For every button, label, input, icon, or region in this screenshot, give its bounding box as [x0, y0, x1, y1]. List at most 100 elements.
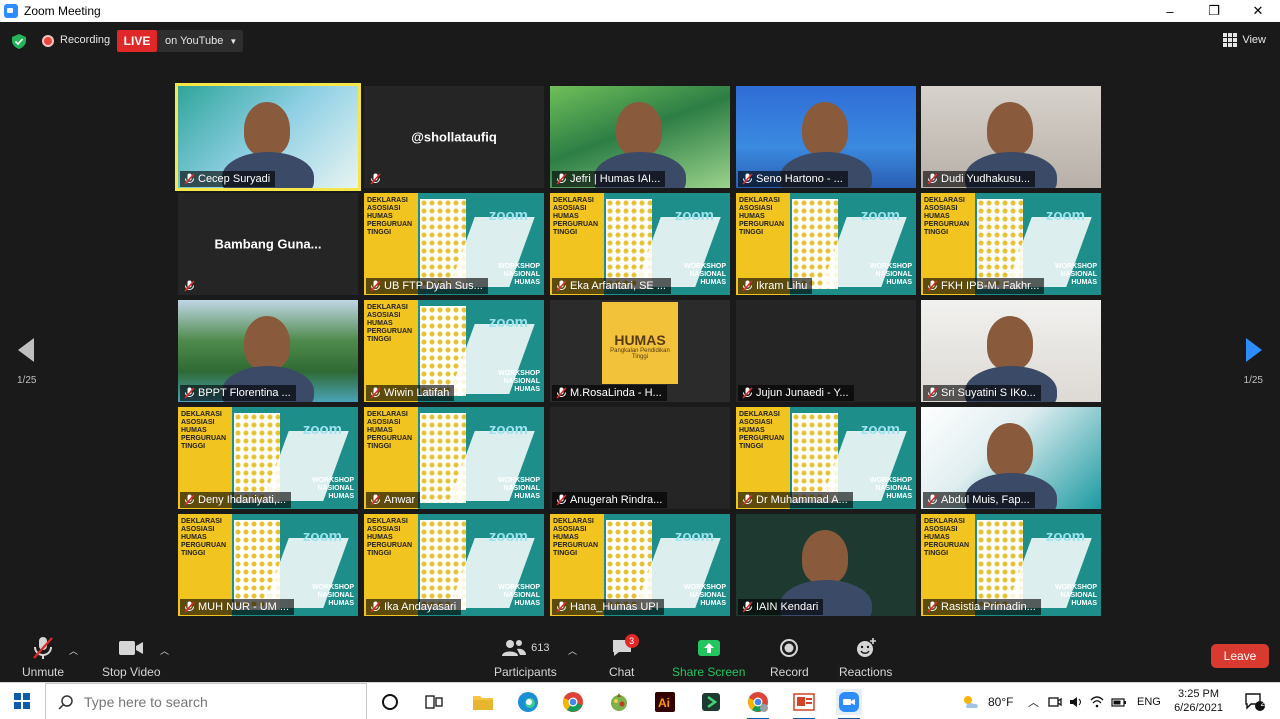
muted-microphone-icon — [742, 601, 753, 613]
reactions-button[interactable]: Reactions — [839, 636, 892, 679]
maximize-button[interactable]: ❐ — [1192, 0, 1236, 22]
participant-tile[interactable]: DEKLARASI ASOSIASI HUMAS PERGURUAN TINGG… — [364, 300, 544, 402]
participant-tile[interactable]: HUMAS Pangkalan Pendidikan Tinggi M.RosaLi… — [550, 300, 730, 402]
chrome-icon[interactable] — [560, 689, 586, 715]
participant-silhouette — [987, 423, 1033, 477]
muted-microphone-icon — [184, 280, 195, 292]
chat-button[interactable]: 3 Chat — [609, 634, 639, 679]
poster-zoom-text: zoom — [860, 421, 900, 438]
meeting-toolbar: Unmute ︿ Stop Video ︿ 613 Participants ︿ — [0, 632, 1280, 682]
view-button[interactable]: View — [1223, 33, 1266, 47]
encryption-shield-icon[interactable] — [12, 34, 26, 49]
poster-title: DEKLARASI ASOSIASI HUMAS PERGURUAN TINGG… — [739, 411, 785, 450]
humas-logo-image: HUMAS Pangkalan Pendidikan Tinggi — [602, 302, 678, 384]
unmute-button[interactable]: Unmute — [22, 636, 64, 679]
muted-microphone-icon — [370, 601, 381, 613]
participant-tile[interactable]: Sri Suyatini S IKo... — [921, 300, 1101, 402]
share-screen-button[interactable]: Share Screen — [672, 636, 745, 679]
participant-tile[interactable]: DEKLARASI ASOSIASI HUMAS PERGURUAN TINGG… — [921, 514, 1101, 616]
taskbar-search-box[interactable] — [45, 683, 367, 719]
recording-label[interactable]: Recording — [60, 34, 110, 46]
participant-tile[interactable]: Jefri | Humas IAI... — [550, 86, 730, 188]
participant-name-label: Dudi Yudhakusu... — [923, 171, 1036, 187]
participant-tile[interactable]: DEKLARASI ASOSIASI HUMAS PERGURUAN TINGG… — [921, 193, 1101, 295]
participant-tile[interactable]: IAIN Kendari — [736, 514, 916, 616]
notifications-button[interactable]: 2 — [1244, 683, 1266, 719]
close-button[interactable]: ✕ — [1236, 0, 1280, 22]
chrome-profile-icon[interactable] — [745, 689, 771, 719]
muted-microphone-icon — [370, 494, 381, 506]
window-title: Zoom Meeting — [24, 4, 101, 18]
livestream-youtube-button[interactable]: on YouTube ▼ — [157, 30, 243, 52]
video-options-caret-icon[interactable]: ︿ — [160, 644, 169, 657]
participant-tile[interactable]: DEKLARASI ASOSIASI HUMAS PERGURUAN TINGG… — [364, 514, 544, 616]
illustrator-icon[interactable]: Ai — [652, 689, 678, 715]
participant-tile[interactable]: Abdul Muis, Fap... — [921, 407, 1101, 509]
participant-tile[interactable]: Cecep Suryadi — [175, 83, 361, 191]
participant-tile[interactable]: DEKLARASI ASOSIASI HUMAS PERGURUAN TINGG… — [550, 514, 730, 616]
windows-start-icon[interactable] — [14, 693, 30, 709]
weather-widget[interactable]: 80°F — [960, 683, 1013, 719]
participants-label: Participants — [494, 665, 557, 679]
poster-title: DEKLARASI ASOSIASI HUMAS PERGURUAN TINGG… — [367, 304, 413, 343]
input-language[interactable]: ENG — [1137, 696, 1161, 708]
participant-tile[interactable]: @shollataufiq — [364, 86, 544, 188]
speaker-volume-icon[interactable] — [1069, 695, 1083, 709]
presentation-app-icon[interactable] — [791, 689, 817, 719]
participant-tile[interactable]: DEKLARASI ASOSIASI HUMAS PERGURUAN TINGG… — [550, 193, 730, 295]
taskbar-clock[interactable]: 3:25 PM 6/26/2021 — [1174, 687, 1223, 715]
chat-label: Chat — [609, 665, 635, 679]
audio-options-caret-icon[interactable]: ︿ — [69, 644, 78, 657]
participant-name-label: Sri Suyatini S IKo... — [923, 385, 1041, 401]
participant-tile[interactable]: Jujun Junaedi - Y... — [736, 300, 916, 402]
poster-workshop-text: WORKSHOP NASIONAL HUMAS — [1055, 584, 1097, 607]
battery-icon[interactable] — [1111, 695, 1127, 709]
muted-microphone-icon — [927, 387, 938, 399]
participants-count: 613 — [531, 642, 550, 654]
participant-tile[interactable]: DEKLARASI ASOSIASI HUMAS PERGURUAN TINGG… — [736, 193, 916, 295]
sublime-style-app-icon[interactable] — [698, 689, 724, 715]
participant-tile[interactable]: Dudi Yudhakusu... — [921, 86, 1101, 188]
record-button[interactable]: Record — [770, 636, 809, 679]
taskbar-search-input[interactable] — [84, 693, 344, 710]
weather-icon — [964, 695, 978, 708]
participant-silhouette — [987, 102, 1033, 156]
participant-tile[interactable]: BPPT Florentina ... — [178, 300, 358, 402]
participant-name-label: Abdul Muis, Fap... — [923, 492, 1035, 508]
next-page-arrow-icon[interactable] — [1246, 338, 1262, 362]
file-explorer-icon[interactable] — [470, 689, 496, 715]
live-badge: LIVE — [117, 30, 157, 52]
poster-workshop-text: WORKSHOP NASIONAL HUMAS — [870, 263, 912, 286]
minimize-button[interactable]: – — [1148, 0, 1192, 22]
zoom-taskbar-icon[interactable] — [836, 689, 862, 719]
game-app-icon[interactable] — [606, 689, 632, 715]
participant-tile[interactable]: Bambang Guna... — [178, 193, 358, 295]
cortana-icon[interactable] — [377, 689, 403, 715]
participants-options-caret-icon[interactable]: ︿ — [568, 644, 577, 657]
record-icon — [780, 639, 799, 657]
leave-button[interactable]: Leave — [1211, 644, 1269, 668]
muted-microphone-icon — [927, 173, 938, 185]
muted-microphone-icon — [742, 494, 753, 506]
task-view-icon[interactable] — [421, 689, 447, 715]
participant-tile[interactable]: DEKLARASI ASOSIASI HUMAS PERGURUAN TINGG… — [736, 407, 916, 509]
participant-tile[interactable]: DEKLARASI ASOSIASI HUMAS PERGURUAN TINGG… — [364, 193, 544, 295]
participant-tile[interactable]: DEKLARASI ASOSIASI HUMAS PERGURUAN TINGG… — [178, 407, 358, 509]
stop-video-button[interactable]: Stop Video — [102, 636, 161, 679]
participant-tile[interactable]: Seno Hartono - ... — [736, 86, 916, 188]
poster-workshop-text: WORKSHOP NASIONAL HUMAS — [312, 477, 354, 500]
participants-button[interactable]: 613 Participants — [494, 636, 557, 679]
wifi-icon[interactable] — [1090, 695, 1104, 709]
edge-browser-icon[interactable] — [515, 689, 541, 715]
muted-microphone-icon — [742, 173, 753, 185]
meet-now-icon[interactable] — [1048, 695, 1062, 709]
show-hidden-icons-icon[interactable]: ︿ — [1028, 694, 1039, 710]
poster-workshop-text: WORKSHOP NASIONAL HUMAS — [498, 584, 540, 607]
participant-tile[interactable]: Anugerah Rindra... — [550, 407, 730, 509]
participant-tile[interactable]: DEKLARASI ASOSIASI HUMAS PERGURUAN TINGG… — [178, 514, 358, 616]
previous-page-arrow-icon[interactable] — [18, 338, 34, 362]
poster-title: DEKLARASI ASOSIASI HUMAS PERGURUAN TINGG… — [553, 197, 599, 236]
grid-view-icon — [1223, 33, 1238, 47]
participant-tile[interactable]: DEKLARASI ASOSIASI HUMAS PERGURUAN TINGG… — [364, 407, 544, 509]
record-label: Record — [770, 665, 809, 679]
